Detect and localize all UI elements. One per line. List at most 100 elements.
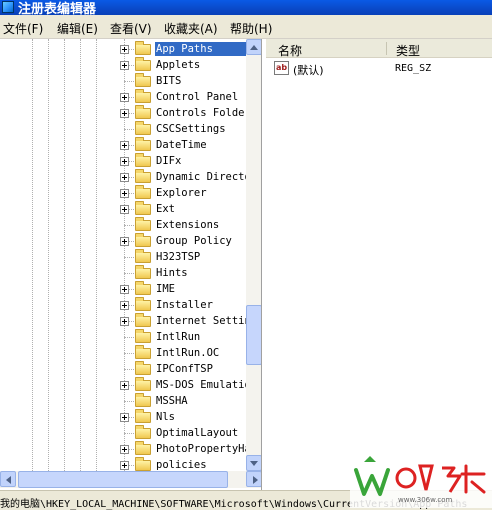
menu-view[interactable]: 查看(V)	[110, 20, 152, 37]
expand-plus-icon[interactable]	[120, 285, 129, 294]
folder-icon	[135, 281, 151, 295]
folder-icon	[135, 361, 151, 375]
tree-item-label: App Paths	[155, 42, 247, 56]
folder-icon	[135, 137, 151, 151]
tree-item[interactable]: DateTime	[0, 137, 246, 153]
tree-item[interactable]: H323TSP	[0, 249, 246, 265]
value-type: REG_SZ	[395, 63, 432, 74]
tree-item-label: Ext	[156, 203, 175, 215]
tree-item[interactable]: Control Panel	[0, 89, 246, 105]
chevron-right-icon	[253, 476, 258, 484]
tree-item[interactable]: Group Policy	[0, 233, 246, 249]
column-separator[interactable]	[386, 42, 387, 55]
tree-connector	[124, 81, 134, 82]
expand-plus-icon[interactable]	[120, 157, 129, 166]
scroll-thumb[interactable]	[246, 305, 261, 365]
tree-item[interactable]: CSCSettings	[0, 121, 246, 137]
expand-plus-icon[interactable]	[120, 317, 129, 326]
tree-item[interactable]: MS-DOS Emulation	[0, 377, 247, 393]
expand-plus-icon[interactable]	[120, 93, 129, 102]
folder-icon	[135, 265, 151, 279]
column-header-type[interactable]: 类型	[396, 42, 420, 59]
tree-item[interactable]: Explorer	[0, 185, 246, 201]
expand-plus-icon[interactable]	[120, 301, 129, 310]
expand-plus-icon[interactable]	[120, 445, 129, 454]
folder-icon	[135, 249, 151, 263]
value-list-pane[interactable]: 名称 类型 ab (默认) REG_SZ	[266, 39, 492, 490]
folder-icon	[135, 185, 151, 199]
tree-item-label: IPConfTSP	[156, 363, 213, 375]
value-row[interactable]: ab (默认) REG_SZ	[266, 59, 492, 77]
tree-item[interactable]: Internet Settings	[0, 313, 247, 329]
tree-item[interactable]: Extensions	[0, 217, 246, 233]
tree-connector	[124, 273, 134, 274]
expand-plus-icon[interactable]	[120, 461, 129, 470]
key-tree-pane[interactable]: App Paths Applets BITS Control Panel Control…	[0, 39, 262, 490]
expand-plus-icon[interactable]	[120, 109, 129, 118]
tree-item[interactable]: Installer	[0, 297, 246, 313]
tree-item[interactable]: OptimalLayout	[0, 425, 246, 441]
folder-icon	[135, 89, 151, 103]
tree-item[interactable]: IntlRun.OC	[0, 345, 246, 361]
tree-item[interactable]: BITS	[0, 73, 246, 89]
folder-icon	[135, 73, 151, 87]
tree-item[interactable]: IPConfTSP	[0, 361, 246, 377]
watermark-site: www.306w.com	[398, 496, 453, 504]
expand-plus-icon[interactable]	[120, 381, 129, 390]
expand-plus-icon[interactable]	[120, 61, 129, 70]
folder-icon	[135, 297, 151, 311]
scroll-down-button[interactable]	[246, 455, 261, 471]
chevron-left-icon	[6, 476, 11, 484]
folder-icon	[135, 425, 151, 439]
tree-connector	[124, 369, 134, 370]
tree-item[interactable]: Dynamic Directory	[0, 169, 247, 185]
tree-item[interactable]: App Paths	[0, 41, 247, 57]
scroll-left-button[interactable]	[0, 471, 16, 487]
expand-plus-icon[interactable]	[120, 189, 129, 198]
tree-item[interactable]: Ext	[0, 201, 246, 217]
menu-favorites[interactable]: 收藏夹(A)	[164, 20, 218, 37]
tree-vertical-scrollbar[interactable]	[246, 39, 261, 471]
tree-item-label: PhotoPropertyHandler	[156, 443, 247, 455]
folder-icon	[135, 441, 151, 455]
expand-plus-icon[interactable]	[120, 173, 129, 182]
folder-icon	[135, 233, 151, 247]
tree-item[interactable]: DIFx	[0, 153, 246, 169]
tree-item-label: Extensions	[156, 219, 220, 231]
folder-icon	[135, 169, 151, 183]
chevron-down-icon	[250, 461, 258, 466]
tree-item[interactable]: PhotoPropertyHandler	[0, 441, 247, 457]
tree-item-label: IME	[156, 283, 175, 295]
menu-file[interactable]: 文件(F)	[3, 20, 43, 37]
column-header-name[interactable]: 名称	[278, 42, 302, 59]
horizontal-scroll-thumb[interactable]	[18, 471, 228, 488]
tree-item[interactable]: Hints	[0, 265, 246, 281]
tree-item-label: Hints	[156, 267, 188, 279]
tree-item[interactable]: IntlRun	[0, 329, 246, 345]
tree-item[interactable]: Controls Folder	[0, 105, 247, 121]
menu-help[interactable]: 帮助(H)	[230, 20, 272, 37]
expand-plus-icon[interactable]	[120, 205, 129, 214]
tree-item-label: Control Panel	[156, 91, 239, 103]
tree-item[interactable]: IME	[0, 281, 246, 297]
expand-plus-icon[interactable]	[120, 45, 129, 54]
tree-item-label: H323TSP	[156, 251, 201, 263]
menu-bar: 文件(F) 编辑(E) 查看(V) 收藏夹(A) 帮助(H)	[0, 15, 492, 39]
tree-item-label: CSCSettings	[156, 123, 226, 135]
tree-item-label: DIFx	[156, 155, 182, 167]
title-bar: 注册表编辑器	[0, 0, 492, 15]
tree-item[interactable]: Applets	[0, 57, 246, 73]
window-title: 注册表编辑器	[18, 2, 97, 15]
tree-connector	[124, 129, 134, 130]
menu-edit[interactable]: 编辑(E)	[57, 20, 98, 37]
expand-plus-icon[interactable]	[120, 413, 129, 422]
expand-plus-icon[interactable]	[120, 141, 129, 150]
expand-plus-icon[interactable]	[120, 237, 129, 246]
scroll-up-button[interactable]	[246, 39, 261, 55]
tree-connector	[124, 433, 134, 434]
tree-item[interactable]: MSSHA	[0, 393, 246, 409]
folder-icon	[135, 217, 151, 231]
scroll-right-button[interactable]	[246, 471, 261, 487]
tree-horizontal-scrollbar[interactable]	[0, 471, 261, 488]
tree-item[interactable]: Nls	[0, 409, 246, 425]
